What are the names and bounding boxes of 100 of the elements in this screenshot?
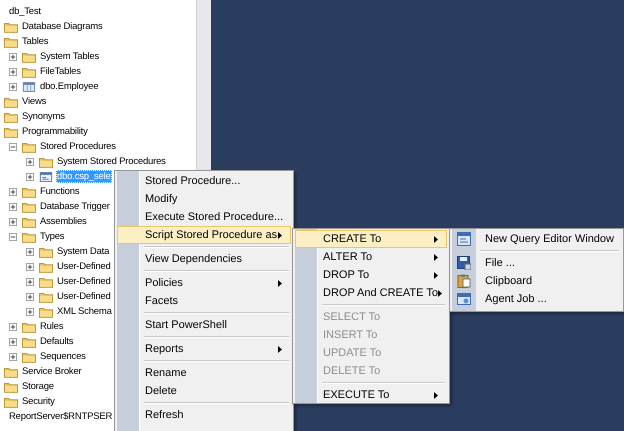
menu-item[interactable]: CREATE To <box>295 230 447 248</box>
expander-icon[interactable] <box>9 52 17 60</box>
tree-item[interactable]: db_Test <box>8 5 42 18</box>
folder-icon <box>22 350 36 362</box>
tree-item[interactable]: XML Schema <box>56 305 113 318</box>
folder-icon <box>39 276 53 288</box>
expander-icon[interactable] <box>9 352 17 360</box>
folder-icon <box>4 126 18 138</box>
table-icon <box>22 80 36 92</box>
expander-icon[interactable] <box>26 262 34 270</box>
menu-item[interactable]: ALTER To <box>295 248 447 266</box>
menu-item[interactable]: View Dependencies <box>117 250 291 268</box>
expander-icon[interactable] <box>9 142 17 150</box>
folder-icon <box>22 216 36 228</box>
tree-item[interactable]: dbo.Employee <box>39 80 100 93</box>
tree-item[interactable]: Views <box>21 95 48 108</box>
menu-item[interactable]: File ... <box>452 254 621 272</box>
clipboard-icon <box>457 274 471 288</box>
folder-icon <box>22 320 36 332</box>
tree-item[interactable]: Database Trigger <box>39 200 111 213</box>
tree-item[interactable]: Tables <box>21 35 50 48</box>
menu-item[interactable]: EXECUTE To <box>295 386 447 404</box>
tree-item[interactable]: Assemblies <box>39 215 88 228</box>
menu-item[interactable]: Reports <box>117 340 291 358</box>
expander-icon[interactable] <box>9 338 17 346</box>
submenu-arrow-icon <box>278 280 282 286</box>
menu-item[interactable]: Clipboard <box>452 272 621 290</box>
menu-item[interactable]: DROP To <box>295 266 447 284</box>
folder-icon <box>22 200 36 212</box>
tree-item[interactable]: FileTables <box>39 65 82 78</box>
menu-item[interactable]: Modify <box>117 190 291 208</box>
tree-item[interactable]: Storage <box>21 380 55 393</box>
expander-icon[interactable] <box>9 82 17 90</box>
menu-item[interactable]: Facets <box>117 292 291 310</box>
folder-icon <box>39 246 53 258</box>
expander-icon[interactable] <box>9 188 17 196</box>
expander-icon[interactable] <box>26 308 34 316</box>
menu-item[interactable]: Delete <box>117 382 291 400</box>
folder-icon <box>22 66 36 78</box>
expander-icon[interactable] <box>26 172 34 180</box>
stored-procedure-icon <box>39 170 53 182</box>
menu-item[interactable]: Rename <box>117 364 291 382</box>
folder-icon <box>4 36 18 48</box>
folder-icon <box>4 366 18 378</box>
tree-item[interactable]: Programmability <box>21 125 89 138</box>
tree-item[interactable]: ReportServer$RNTPSER <box>8 410 114 423</box>
folder-icon <box>4 380 18 392</box>
query-window-icon <box>457 232 471 246</box>
tree-item[interactable]: Security <box>21 395 56 408</box>
menu-item[interactable]: Execute Stored Procedure... <box>117 208 291 226</box>
expander-icon[interactable] <box>9 68 17 76</box>
menu-item[interactable]: Policies <box>117 274 291 292</box>
tree-item[interactable]: Types <box>39 230 66 243</box>
tree-item[interactable]: User-Defined <box>56 260 112 273</box>
folder-icon <box>39 260 53 272</box>
folder-icon <box>22 336 36 348</box>
submenu-arrow-icon <box>278 232 282 238</box>
tree-item[interactable]: Rules <box>39 320 64 333</box>
tree-item[interactable]: System Tables <box>39 50 100 63</box>
folder-icon <box>39 290 53 302</box>
expander-icon[interactable] <box>9 202 17 210</box>
submenu-arrow-icon <box>434 236 438 242</box>
tree-item[interactable]: System Stored Procedures <box>56 155 167 168</box>
menu-item[interactable]: Agent Job ... <box>452 290 621 308</box>
tree-item[interactable]: Defaults <box>39 335 74 348</box>
menu-item[interactable]: Script Stored Procedure as <box>117 226 291 244</box>
submenu-arrow-icon <box>434 254 438 260</box>
submenu-arrow-icon <box>434 392 438 398</box>
menu-item[interactable]: DROP And CREATE To <box>295 284 447 302</box>
expander-icon[interactable] <box>26 248 34 256</box>
expander-icon[interactable] <box>26 278 34 286</box>
menu-item[interactable]: Stored Procedure... <box>117 172 291 190</box>
folder-icon <box>39 306 53 318</box>
tree-item[interactable]: Synonyms <box>21 110 66 123</box>
tree-item[interactable]: Stored Procedures <box>39 140 117 153</box>
expander-icon[interactable] <box>9 232 17 240</box>
folder-icon <box>22 140 36 152</box>
folder-icon <box>4 396 18 408</box>
menu-item[interactable]: Refresh <box>117 406 291 424</box>
submenu-arrow-icon <box>434 272 438 278</box>
folder-icon <box>4 110 18 122</box>
tree-item[interactable]: Sequences <box>39 350 87 363</box>
folder-icon <box>4 96 18 108</box>
submenu-arrow-icon <box>438 290 442 296</box>
folder-icon <box>22 50 36 62</box>
expander-icon[interactable] <box>26 292 34 300</box>
menu-item[interactable]: New Query Editor Window <box>452 230 621 248</box>
expander-icon[interactable] <box>26 158 34 166</box>
expander-icon[interactable] <box>9 218 17 226</box>
tree-item[interactable]: Functions <box>39 185 80 198</box>
tree-item[interactable]: User-Defined <box>56 290 112 303</box>
tree-item[interactable]: User-Defined <box>56 275 112 288</box>
folder-icon <box>4 20 18 32</box>
tree-item[interactable]: Service Broker <box>21 365 82 378</box>
menu-item[interactable]: Start PowerShell <box>117 316 291 334</box>
expander-icon[interactable] <box>9 322 17 330</box>
tree-item[interactable]: System Data <box>56 245 110 258</box>
agent-job-icon <box>457 292 471 306</box>
submenu-arrow-icon <box>278 346 282 352</box>
tree-item[interactable]: Database Diagrams <box>21 20 104 33</box>
